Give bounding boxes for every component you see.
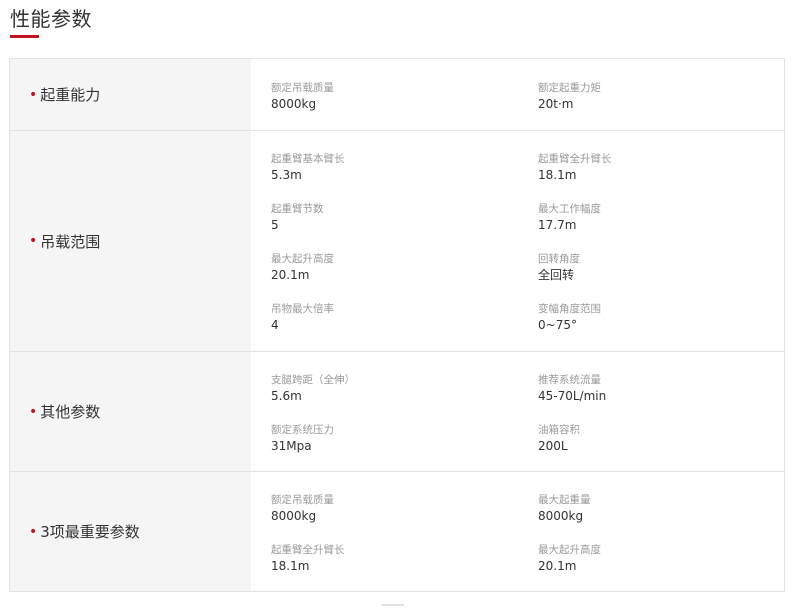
field-label: 起重臂全升臂长 [271, 544, 345, 556]
field-value: 4 [271, 318, 279, 332]
field-tank-capacity: 油箱容积 200L [538, 423, 768, 454]
field-outrigger-span: 支腿跨距（全伸） 5.6m [271, 373, 501, 404]
field-label: 推荐系统流量 [538, 374, 601, 386]
section-title: 吊载范围 [40, 232, 101, 251]
field-value: 20.1m [271, 268, 310, 282]
bullet-dot-icon: • [29, 233, 38, 249]
field-max-lifting-height: 最大起升高度 20.1m [538, 543, 768, 574]
field-value: 8000kg [271, 97, 317, 111]
field-value: 17.7m [538, 218, 577, 232]
field-max-working-radius: 最大工作幅度 17.7m [538, 202, 768, 233]
field-label: 吊物最大倍率 [271, 303, 334, 315]
field-value: 31Mpa [271, 439, 312, 453]
section-lifting-range: • 吊载范围 起重臂基本臂长 5.3m 起重臂全升臂长 18.1m 起重臂节数 … [10, 131, 784, 352]
bullet-dot-icon: • [29, 86, 38, 103]
field-label: 油箱容积 [538, 424, 580, 436]
field-label: 额定系统压力 [271, 424, 334, 436]
field-value: 0~75° [538, 318, 577, 332]
field-label: 额定吊载质量 [271, 82, 334, 94]
title-underline [10, 35, 39, 38]
spec-page: 性能参数 • 起重能力 额定吊载质量 8000kg 额定起重力矩 20t·m •… [0, 0, 800, 610]
field-luffing-angle-range: 变幅角度范围 0~75° [538, 302, 768, 333]
section-title: 起重能力 [40, 86, 101, 104]
field-label: 回转角度 [538, 253, 580, 265]
field-label: 起重臂节数 [271, 203, 324, 215]
field-rated-moment: 额定起重力矩 20t·m [538, 81, 768, 112]
field-label: 变幅角度范围 [538, 303, 601, 315]
field-max-hook-ratio: 吊物最大倍率 4 [271, 302, 501, 333]
field-label: 最大起升高度 [271, 253, 334, 265]
field-value: 200L [538, 439, 568, 453]
field-value: 20t·m [538, 97, 574, 111]
section-label: • 吊载范围 [10, 131, 251, 351]
field-boom-sections: 起重臂节数 5 [271, 202, 501, 233]
section-title: 其他参数 [40, 403, 101, 421]
section-label: • 其他参数 [10, 352, 251, 471]
field-recommended-flow: 推荐系统流量 45-70L/min [538, 373, 768, 404]
field-rated-load: 额定吊载质量 8000kg [271, 81, 501, 112]
field-value: 5.3m [271, 168, 302, 182]
section-top3-params: • 3项最重要参数 额定吊载质量 8000kg 最大起重量 8000kg 起重臂… [10, 472, 784, 591]
footer-divider [382, 604, 404, 606]
field-label: 支腿跨距（全伸） [271, 374, 355, 386]
field-label: 最大起升高度 [538, 544, 601, 556]
field-label: 起重臂基本臂长 [271, 153, 345, 165]
field-rated-pressure: 额定系统压力 31Mpa [271, 423, 501, 454]
section-label: • 3项最重要参数 [10, 472, 251, 591]
field-value: 8000kg [538, 509, 584, 523]
field-rated-load: 额定吊载质量 8000kg [271, 493, 501, 524]
field-full-boom-length: 起重臂全升臂长 18.1m [271, 543, 501, 574]
bullet-dot-icon: • [29, 523, 38, 540]
field-value: 18.1m [271, 559, 310, 573]
field-max-lifting-weight: 最大起重量 8000kg [538, 493, 768, 524]
field-label: 额定吊载质量 [271, 494, 334, 506]
section-title: 3项最重要参数 [40, 523, 140, 541]
spec-table: • 起重能力 额定吊载质量 8000kg 额定起重力矩 20t·m • 吊载范围… [9, 58, 785, 592]
field-max-lifting-height: 最大起升高度 20.1m [271, 252, 501, 283]
field-value: 8000kg [271, 509, 317, 523]
section-lifting-capacity: • 起重能力 额定吊载质量 8000kg 额定起重力矩 20t·m [10, 59, 784, 131]
field-basic-boom-length: 起重臂基本臂长 5.3m [271, 152, 501, 183]
field-value: 全回转 [538, 268, 575, 282]
bullet-dot-icon: • [29, 403, 38, 420]
section-other-params: • 其他参数 支腿跨距（全伸） 5.6m 推荐系统流量 45-70L/min 额… [10, 352, 784, 472]
field-label: 最大工作幅度 [538, 203, 601, 215]
field-label: 最大起重量 [538, 494, 591, 506]
page-title: 性能参数 [10, 7, 92, 31]
field-full-boom-length: 起重臂全升臂长 18.1m [538, 152, 768, 183]
field-value: 18.1m [538, 168, 577, 182]
field-value: 45-70L/min [538, 389, 607, 403]
field-slewing-angle: 回转角度 全回转 [538, 252, 768, 283]
section-label: • 起重能力 [10, 59, 251, 130]
field-value: 5.6m [271, 389, 302, 403]
field-value: 5 [271, 218, 279, 232]
field-label: 起重臂全升臂长 [538, 153, 612, 165]
field-label: 额定起重力矩 [538, 82, 601, 94]
field-value: 20.1m [538, 559, 577, 573]
